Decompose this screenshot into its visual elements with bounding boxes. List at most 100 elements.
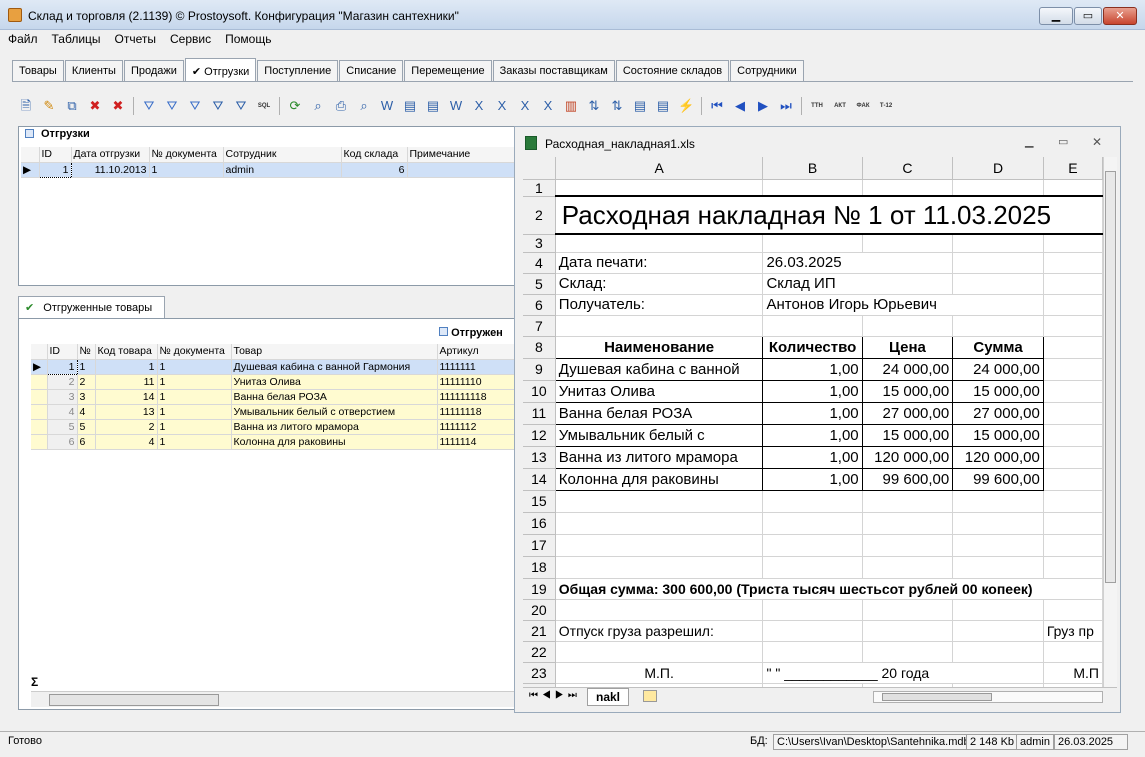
sheet-cell[interactable]: Груз пр: [1043, 620, 1103, 642]
table-row[interactable]: 2 2 11 1 Унитаз Олива 11111110: [31, 374, 515, 390]
sheet-cell[interactable]: 26.03.2025: [762, 252, 954, 274]
first-icon[interactable]: ⏮: [709, 98, 725, 114]
table-cell[interactable]: 6: [77, 434, 96, 450]
sheet-cell[interactable]: [952, 512, 1044, 535]
sheet-cell[interactable]: [1043, 402, 1103, 425]
table-row[interactable]: ▶ 1 1 1 1 Душевая кабина с ванной Гармония 111…: [31, 358, 515, 375]
row-header[interactable]: 18: [523, 556, 556, 579]
report-icon[interactable]: ▤: [402, 98, 418, 114]
column-header[interactable]: C: [862, 157, 954, 180]
tree-filter-icon[interactable]: ⛛: [233, 98, 249, 114]
sheet-cell[interactable]: Умывальник белый с: [554, 423, 764, 447]
table-cell[interactable]: 11111110: [437, 374, 515, 390]
col-article[interactable]: Артикул: [437, 344, 515, 360]
table-cell[interactable]: 13: [95, 404, 158, 420]
row-header[interactable]: 6: [523, 294, 556, 316]
sheet-cell[interactable]: [862, 556, 954, 579]
table-cell[interactable]: 11: [95, 374, 158, 390]
sheet-cell[interactable]: [862, 620, 954, 642]
sheet-cell[interactable]: [762, 234, 863, 253]
sheet-cell[interactable]: [555, 512, 764, 535]
sheet-cell[interactable]: [1043, 424, 1103, 447]
report2-icon[interactable]: ▤: [425, 98, 441, 114]
sheet-cell[interactable]: 120 000,00: [952, 445, 1044, 469]
table-row[interactable]: ▶ 1 11.10.2013 1 admin 6: [21, 161, 515, 178]
sheet-cell[interactable]: [952, 315, 1044, 337]
col-id[interactable]: ID: [39, 147, 72, 163]
sheet-tab-nakl[interactable]: nakl: [587, 688, 630, 706]
sheet-cell[interactable]: М.П.: [555, 662, 764, 684]
close-button[interactable]: ✕: [1103, 7, 1137, 25]
col-date[interactable]: Дата отгрузки: [71, 147, 150, 163]
row-header[interactable]: 2: [523, 196, 556, 235]
row-header[interactable]: 1: [523, 179, 556, 197]
table-cell[interactable]: 4: [95, 434, 158, 450]
table-cell[interactable]: Душевая кабина с ванной Гармония: [231, 359, 438, 375]
row-header[interactable]: 4: [523, 252, 556, 274]
sheet-cell[interactable]: [555, 599, 764, 621]
table-cell[interactable]: 2: [95, 419, 158, 435]
filter-remove-icon[interactable]: ⛛: [187, 98, 203, 114]
horizontal-scrollbar[interactable]: [31, 691, 516, 707]
sheet-cell[interactable]: [1043, 556, 1103, 579]
sheet-cell[interactable]: Получатель:: [555, 294, 764, 316]
sheet-cell[interactable]: 15 000,00: [861, 423, 954, 447]
sheet-cell[interactable]: Количество: [762, 335, 863, 359]
sheet-cell[interactable]: [762, 599, 863, 621]
sort2-icon[interactable]: ⇅: [609, 98, 625, 114]
table-cell[interactable]: 111111118: [437, 389, 515, 405]
refresh-icon[interactable]: ⟳: [287, 98, 303, 114]
sheet-cell[interactable]: [862, 179, 954, 197]
col-n[interactable]: №: [77, 344, 96, 360]
sheet-cell[interactable]: 1,00: [762, 445, 863, 469]
sheet-cell[interactable]: 1,00: [762, 357, 863, 381]
column-header[interactable]: E: [1043, 157, 1103, 180]
menu-help[interactable]: Помощь: [217, 30, 277, 46]
sheet-cell[interactable]: [555, 641, 764, 663]
table-cell[interactable]: Ванна из литого мрамора: [231, 419, 438, 435]
sheet-cell[interactable]: 15 000,00: [952, 423, 1044, 447]
tab-clients[interactable]: Клиенты: [64, 60, 123, 82]
table-cell[interactable]: 5: [47, 419, 78, 435]
excel2-icon[interactable]: X: [494, 98, 510, 114]
menu-tables[interactable]: Таблицы: [44, 30, 107, 46]
sheet-cell[interactable]: [762, 641, 863, 663]
sheet-nav-icon[interactable]: ⏮◀▶⏭: [529, 690, 581, 701]
sheet-cell[interactable]: [1043, 315, 1103, 337]
sheet-cell[interactable]: [1043, 534, 1103, 557]
sheet-cell[interactable]: [952, 252, 1044, 274]
excel-close-button[interactable]: ✕: [1092, 135, 1102, 149]
total-text[interactable]: Общая сумма: 300 600,00 (Триста тысяч ше…: [555, 578, 1103, 600]
sheet-cell[interactable]: [555, 234, 764, 253]
table-cell[interactable]: 1: [46, 358, 78, 375]
sheet-cell[interactable]: [555, 179, 764, 197]
sheet-cell[interactable]: 1,00: [762, 467, 863, 491]
excel3-icon[interactable]: X: [517, 98, 533, 114]
sheet-cell[interactable]: [952, 234, 1044, 253]
table-row[interactable]: 3 3 14 1 Ванна белая РОЗА 111111118: [31, 389, 515, 405]
sheet-hscrollbar[interactable]: [873, 691, 1103, 703]
sheet-cell[interactable]: М.П: [1043, 662, 1103, 684]
table-cell[interactable]: 1: [157, 404, 232, 420]
tab-employees[interactable]: Сотрудники: [730, 60, 804, 82]
sheet-cell[interactable]: [862, 315, 954, 337]
export-icon[interactable]: 🗎: [18, 98, 34, 114]
sheet-cell[interactable]: Цена: [861, 335, 954, 359]
flash-icon[interactable]: ⚡: [678, 98, 694, 114]
filter-add-icon[interactable]: ⛛: [164, 98, 180, 114]
tab-shipments[interactable]: ✔ Отгрузки: [184, 58, 257, 82]
last-icon[interactable]: ⏭: [778, 98, 794, 114]
worksheet[interactable]: A B C D E 1 2 Расходная накладная № 1 от 11.03.…: [523, 157, 1103, 687]
excel-icon[interactable]: X: [471, 98, 487, 114]
menu-service[interactable]: Сервис: [162, 30, 217, 46]
excel-restore-button[interactable]: ▭: [1058, 135, 1068, 148]
row-header[interactable]: 15: [523, 490, 556, 513]
sheet-cell[interactable]: Склад:: [555, 273, 764, 295]
sort-icon[interactable]: ⇅: [586, 98, 602, 114]
sheet-cell[interactable]: [555, 534, 764, 557]
sheet-area[interactable]: A B C D E 1 2 Расходная накладная № 1 от 11.03.…: [523, 157, 1103, 687]
sheet-cell[interactable]: Сумма: [952, 335, 1044, 359]
col-doc[interactable]: № документа: [157, 344, 232, 360]
tab-warehouse-state[interactable]: Состояние складов: [615, 60, 730, 82]
row-header[interactable]: 13: [523, 446, 556, 469]
